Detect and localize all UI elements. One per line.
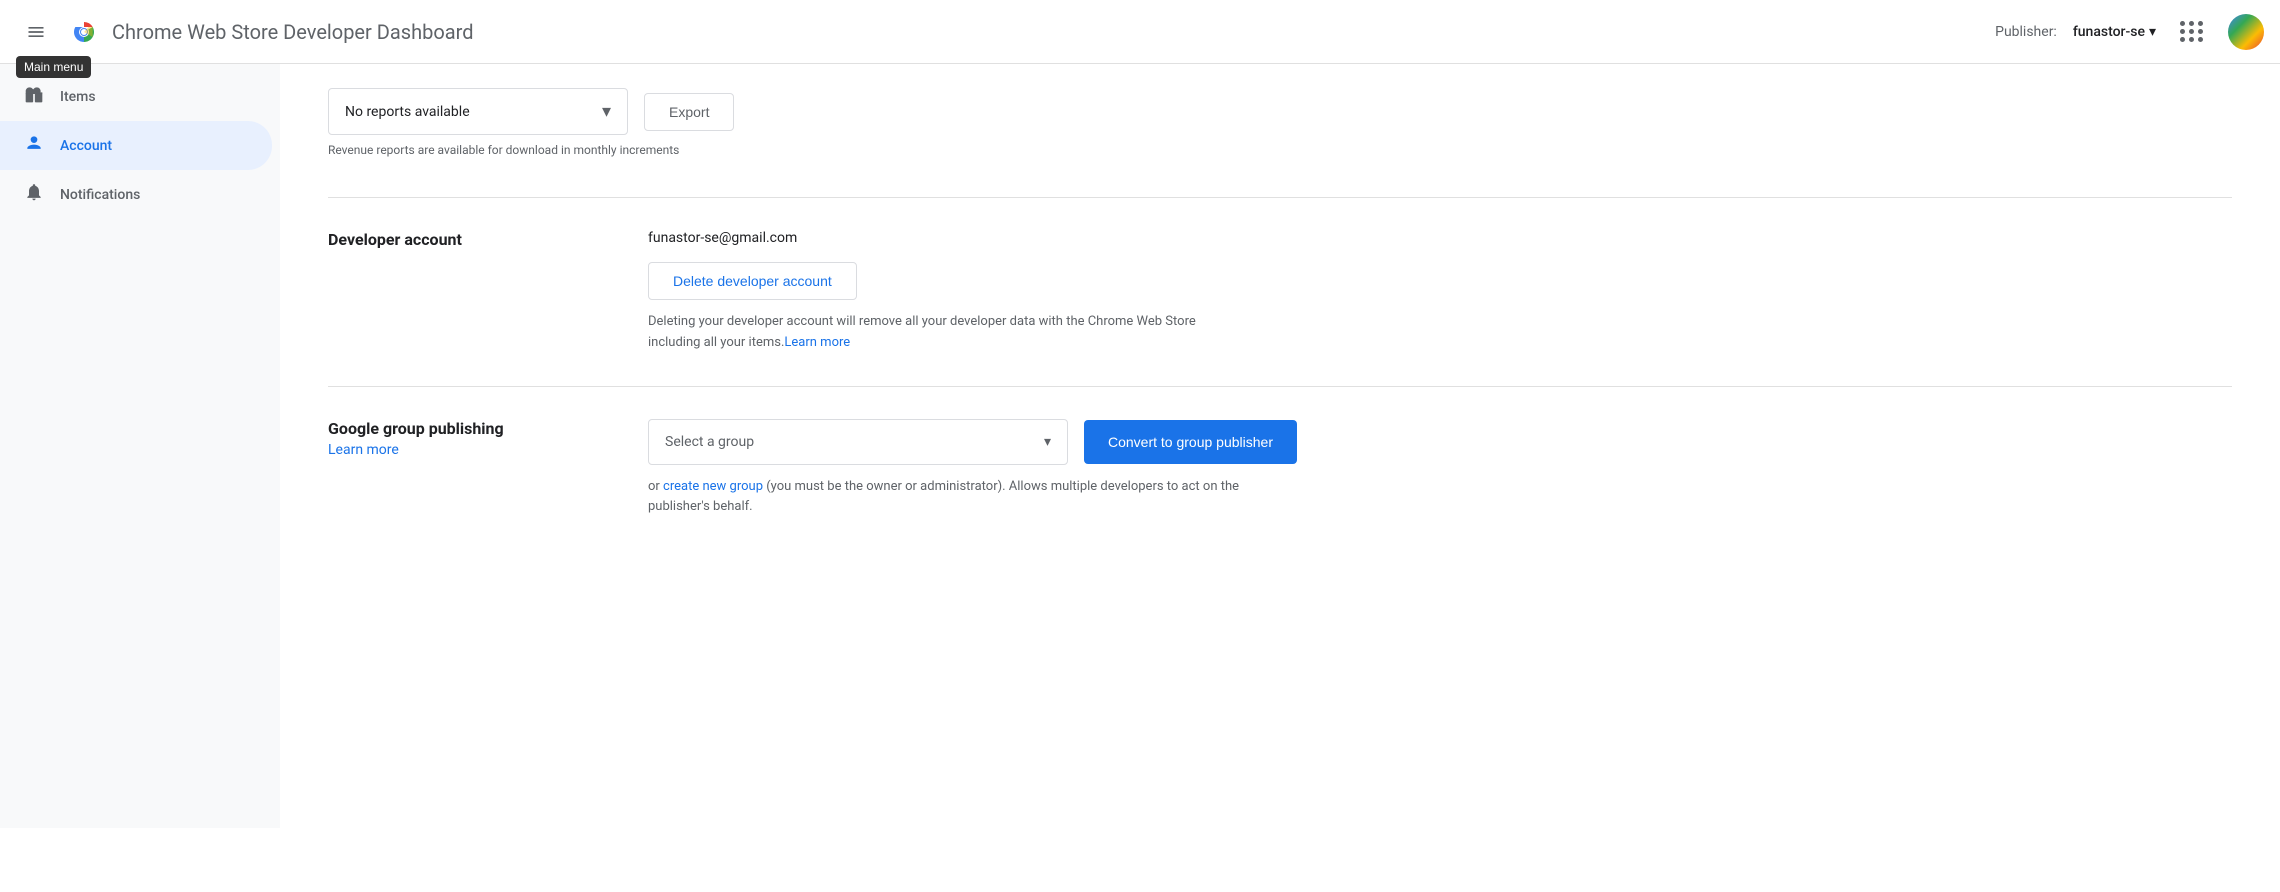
sidebar-items-label: Items [60, 89, 96, 105]
developer-email: funastor-se@gmail.com [648, 230, 2232, 246]
revenue-note: Revenue reports are available for downlo… [328, 143, 2232, 157]
reports-row: No reports available ▾ Export [328, 88, 2232, 135]
group-publishing-learn-more-link[interactable]: Learn more [328, 442, 399, 458]
create-new-group-link[interactable]: create new group [663, 479, 763, 494]
delete-developer-account-button[interactable]: Delete developer account [648, 262, 857, 300]
group-note-prefix: or [648, 479, 663, 494]
user-avatar[interactable] [2228, 14, 2264, 50]
select-group-placeholder: Select a group [665, 434, 754, 450]
delete-learn-more-link[interactable]: Learn more [784, 335, 850, 350]
publisher-arrow-icon: ▾ [2149, 24, 2156, 40]
sidebar: Items Account Notifications [0, 64, 280, 828]
developer-account-left: Developer account [328, 230, 648, 354]
top-header: Main menu Chrome Web Stor [0, 0, 2280, 64]
hamburger-button[interactable]: Main menu [16, 12, 56, 52]
items-icon [24, 84, 44, 109]
chrome-logo [68, 16, 100, 48]
group-publishing-left: Google group publishing Learn more [328, 419, 648, 519]
select-group-dropdown[interactable]: Select a group ▾ [648, 419, 1068, 465]
publisher-name: funastor-se [2073, 24, 2145, 40]
delete-description-text: Deleting your developer account will rem… [648, 314, 1196, 350]
sidebar-item-notifications[interactable]: Notifications [0, 170, 272, 219]
reports-dropdown-label: No reports available [345, 104, 470, 120]
header-subtitle: Developer Dashboard [278, 20, 473, 44]
apps-button[interactable] [2172, 12, 2212, 52]
sidebar-account-label: Account [60, 138, 112, 154]
group-publishing-section: Google group publishing Learn more Selec… [328, 386, 2232, 551]
delete-description: Deleting your developer account will rem… [648, 312, 1248, 354]
revenue-reports-section: No reports available ▾ Export Revenue re… [328, 88, 2232, 157]
header-title: Chrome Web Store Developer Dashboard [112, 20, 474, 44]
notifications-icon [24, 182, 44, 207]
group-publishing-right: Select a group ▾ Convert to group publis… [648, 419, 2232, 519]
group-publishing-label: Google group publishing [328, 419, 648, 438]
chrome-logo-svg [68, 16, 100, 48]
page-layout: Items Account Notifications [0, 64, 2280, 828]
reports-dropdown[interactable]: No reports available ▾ [328, 88, 628, 135]
developer-account-section: Developer account funastor-se@gmail.com … [328, 197, 2232, 386]
header-title-main: Chrome Web Store [112, 20, 278, 44]
export-button[interactable]: Export [644, 93, 734, 131]
sidebar-item-account[interactable]: Account [0, 121, 272, 170]
convert-to-group-publisher-button[interactable]: Convert to group publisher [1084, 420, 1297, 464]
reports-dropdown-chevron-icon: ▾ [602, 101, 611, 122]
menu-tooltip: Main menu [16, 56, 91, 78]
sidebar-notifications-label: Notifications [60, 187, 140, 203]
header-left: Main menu Chrome Web Stor [16, 12, 1995, 52]
main-content: No reports available ▾ Export Revenue re… [280, 64, 2280, 828]
publisher-dropdown[interactable]: funastor-se ▾ [2073, 24, 2156, 40]
header-right: Publisher: funastor-se ▾ [1995, 12, 2264, 52]
group-dropdown-chevron-icon: ▾ [1044, 434, 1051, 450]
account-icon [24, 133, 44, 158]
developer-account-right: funastor-se@gmail.com Delete developer a… [648, 230, 2232, 354]
publisher-label: Publisher: [1995, 24, 2057, 40]
grid-dots-icon [2180, 21, 2204, 42]
developer-account-label: Developer account [328, 230, 648, 249]
group-row: Select a group ▾ Convert to group publis… [648, 419, 2232, 465]
sidebar-item-items[interactable]: Items [0, 72, 272, 121]
group-note: or create new group (you must be the own… [648, 477, 1268, 519]
